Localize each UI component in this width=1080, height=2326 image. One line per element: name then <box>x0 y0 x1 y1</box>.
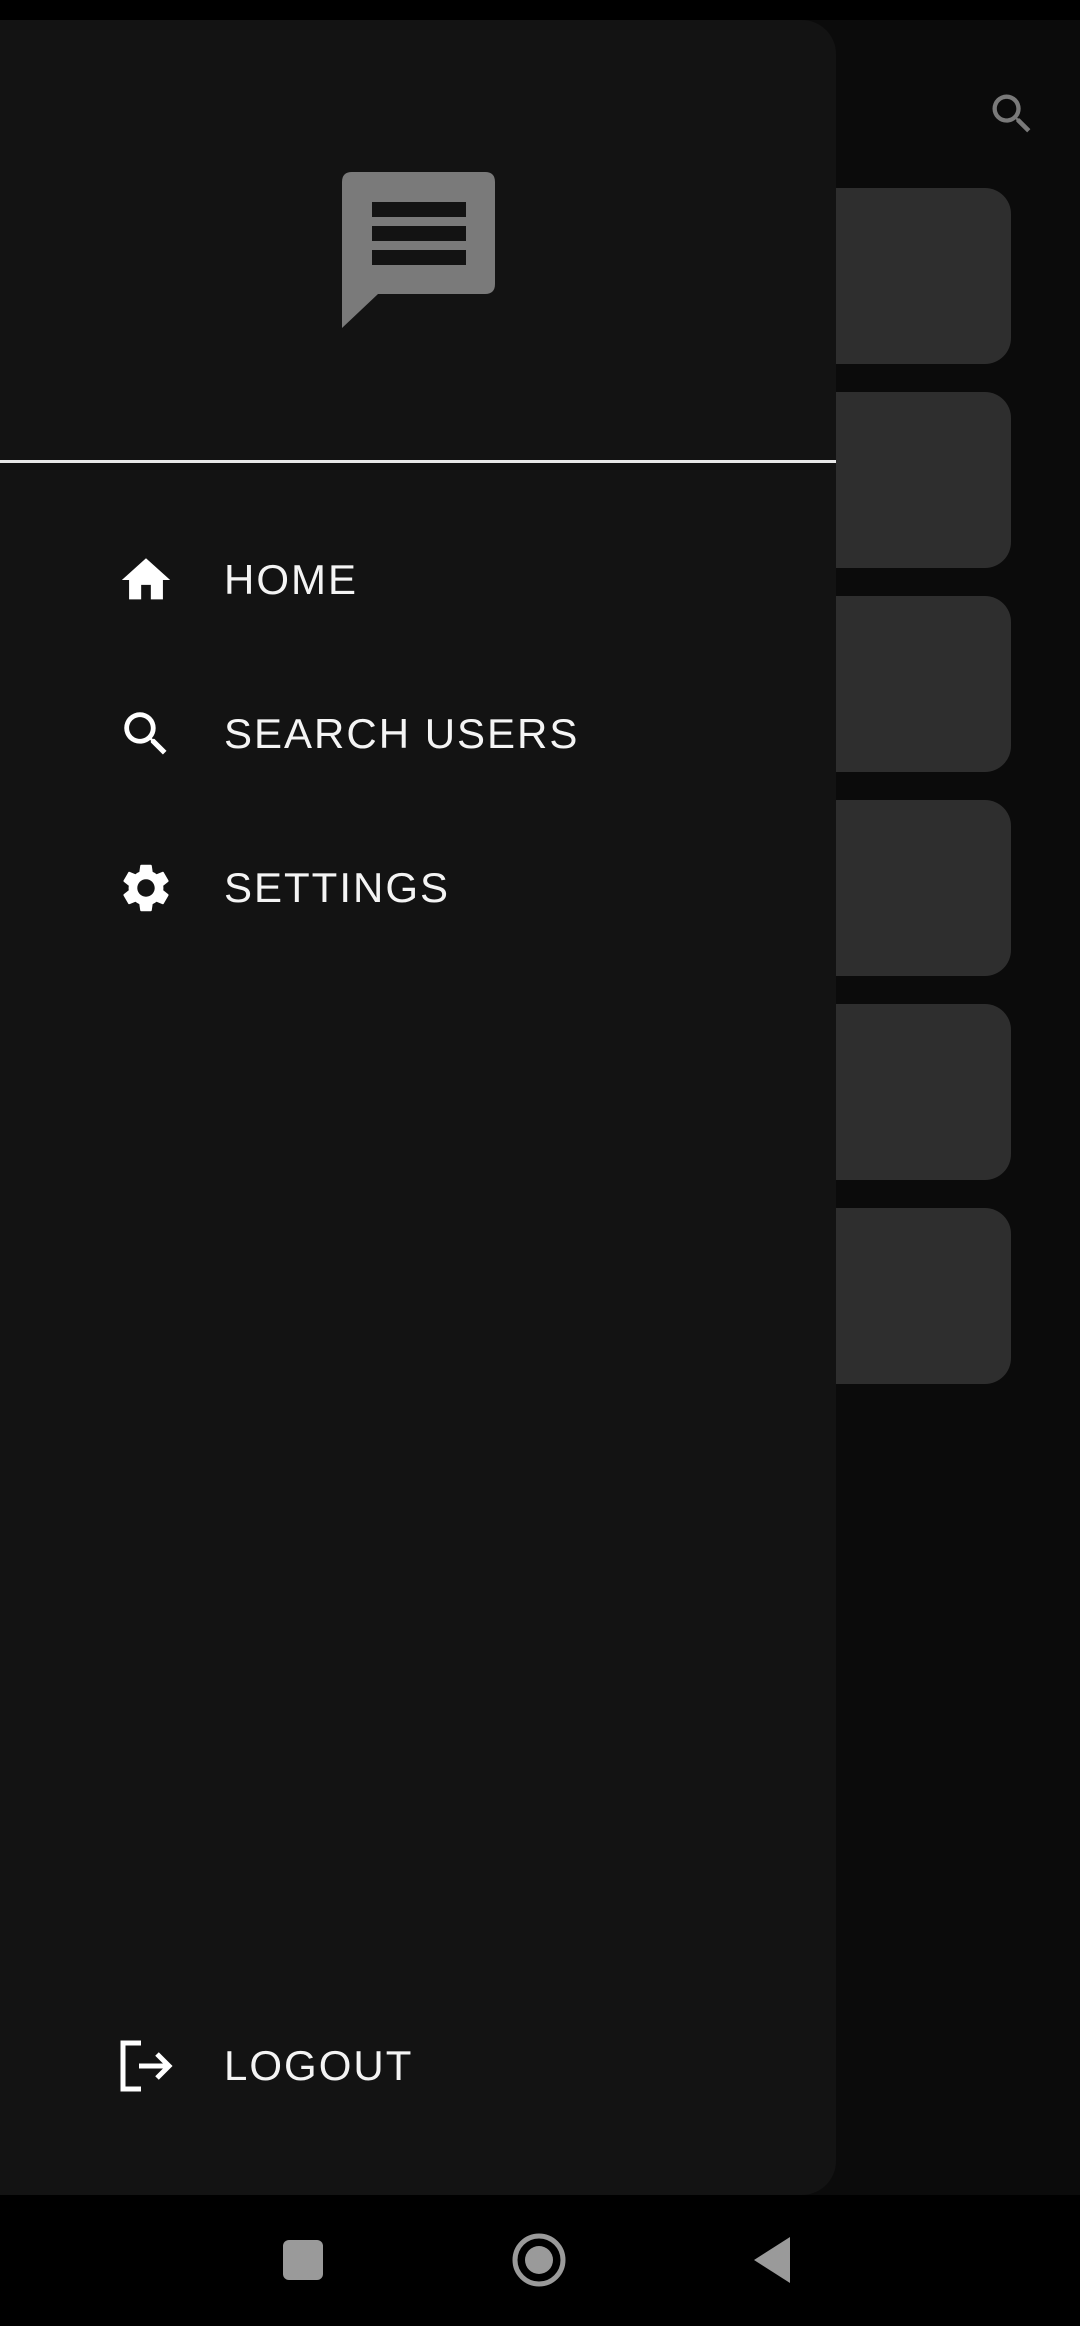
drawer-divider <box>0 460 836 463</box>
nav-item-label: SEARCH USERS <box>224 710 580 757</box>
back-icon[interactable] <box>728 2215 818 2305</box>
nav-item-search-users[interactable]: SEARCH USERS <box>0 674 836 794</box>
nav-item-logout[interactable]: LOGOUT <box>0 2006 836 2126</box>
nav-item-home[interactable]: HOME <box>0 520 836 640</box>
nav-item-label: SETTINGS <box>224 864 451 911</box>
search-icon[interactable] <box>980 82 1044 146</box>
search-icon <box>116 704 176 764</box>
logout-icon <box>116 2036 176 2096</box>
home-circle-icon[interactable] <box>494 2215 584 2305</box>
drawer-header <box>0 20 836 462</box>
nav-item-label: LOGOUT <box>224 2042 414 2089</box>
nav-item-label: HOME <box>224 556 358 603</box>
home-icon <box>116 550 176 610</box>
navigation-drawer: HOME SEARCH USERS SETTINGS LOGOUT <box>0 20 836 2195</box>
nav-item-settings[interactable]: SETTINGS <box>0 828 836 948</box>
chat-bubble-icon <box>338 172 498 332</box>
gear-icon <box>116 858 176 918</box>
recents-icon[interactable] <box>258 2215 348 2305</box>
system-navigation-bar <box>0 2195 1080 2326</box>
status-bar <box>0 0 1080 20</box>
